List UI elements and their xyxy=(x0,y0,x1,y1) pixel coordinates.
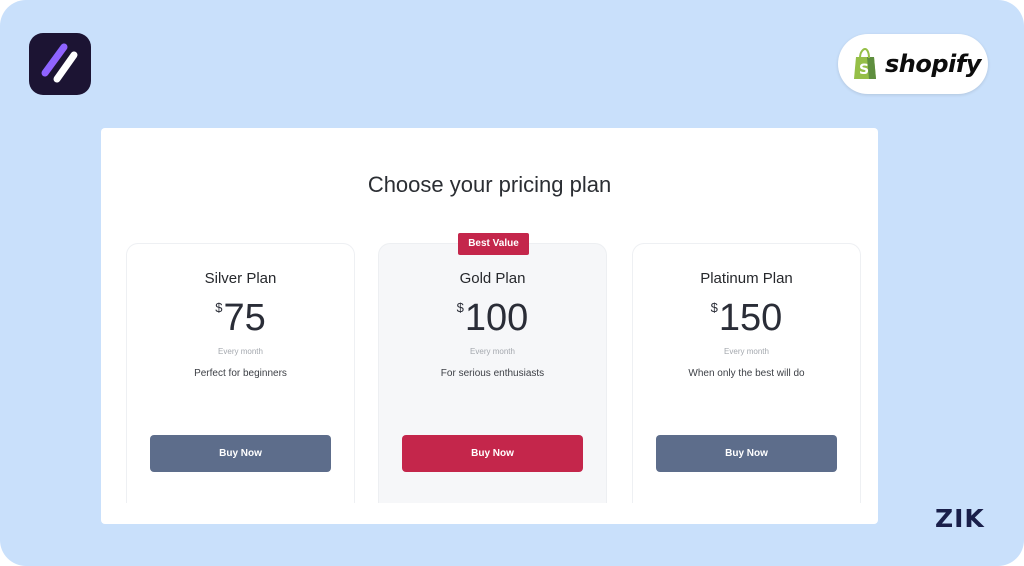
currency-symbol: $ xyxy=(456,300,464,315)
price-amount: 150 xyxy=(718,297,783,339)
plan-card-gold: Gold Plan $100 Every month For serious e… xyxy=(378,243,607,503)
plan-tagline: Perfect for beginners xyxy=(194,368,287,379)
pricing-panel: Choose your pricing plan Best Value Silv… xyxy=(101,128,878,524)
plan-name: Silver Plan xyxy=(204,270,277,287)
plan-price: $75 xyxy=(127,299,354,337)
plan-price: $100 xyxy=(379,299,606,337)
billing-period: Every month xyxy=(470,347,515,356)
shopify-badge: S shopify xyxy=(838,34,988,94)
shopify-wordmark: shopify xyxy=(885,50,981,78)
billing-period: Every month xyxy=(218,347,263,356)
best-value-badge: Best Value xyxy=(458,233,529,255)
plan-tagline: For serious enthusiasts xyxy=(440,368,545,379)
currency-symbol: $ xyxy=(215,300,223,315)
page-title: Choose your pricing plan xyxy=(367,172,612,197)
shopify-bag-icon: S xyxy=(854,47,876,79)
zik-watermark: ZIK xyxy=(935,504,985,533)
plan-card-platinum: Platinum Plan $150 Every month When only… xyxy=(632,243,861,503)
slash-stripes-icon xyxy=(41,43,78,83)
plan-tagline: When only the best will do xyxy=(688,368,805,379)
app-logo xyxy=(29,33,91,95)
buy-now-button-silver[interactable]: Buy Now xyxy=(150,435,331,472)
buy-now-button-platinum[interactable]: Buy Now xyxy=(656,435,837,472)
plan-price: $150 xyxy=(633,299,860,337)
plan-card-silver: Silver Plan $75 Every month Perfect for … xyxy=(126,243,355,503)
price-amount: 75 xyxy=(223,297,266,339)
buy-now-button-gold[interactable]: Buy Now xyxy=(402,435,583,472)
page-background: S shopify Choose your pricing plan Best … xyxy=(0,0,1024,566)
svg-text:S: S xyxy=(859,62,869,78)
currency-symbol: $ xyxy=(710,300,718,315)
billing-period: Every month xyxy=(724,347,769,356)
price-amount: 100 xyxy=(464,297,529,339)
plan-name: Gold Plan xyxy=(459,270,526,287)
plan-name: Platinum Plan xyxy=(700,270,793,287)
